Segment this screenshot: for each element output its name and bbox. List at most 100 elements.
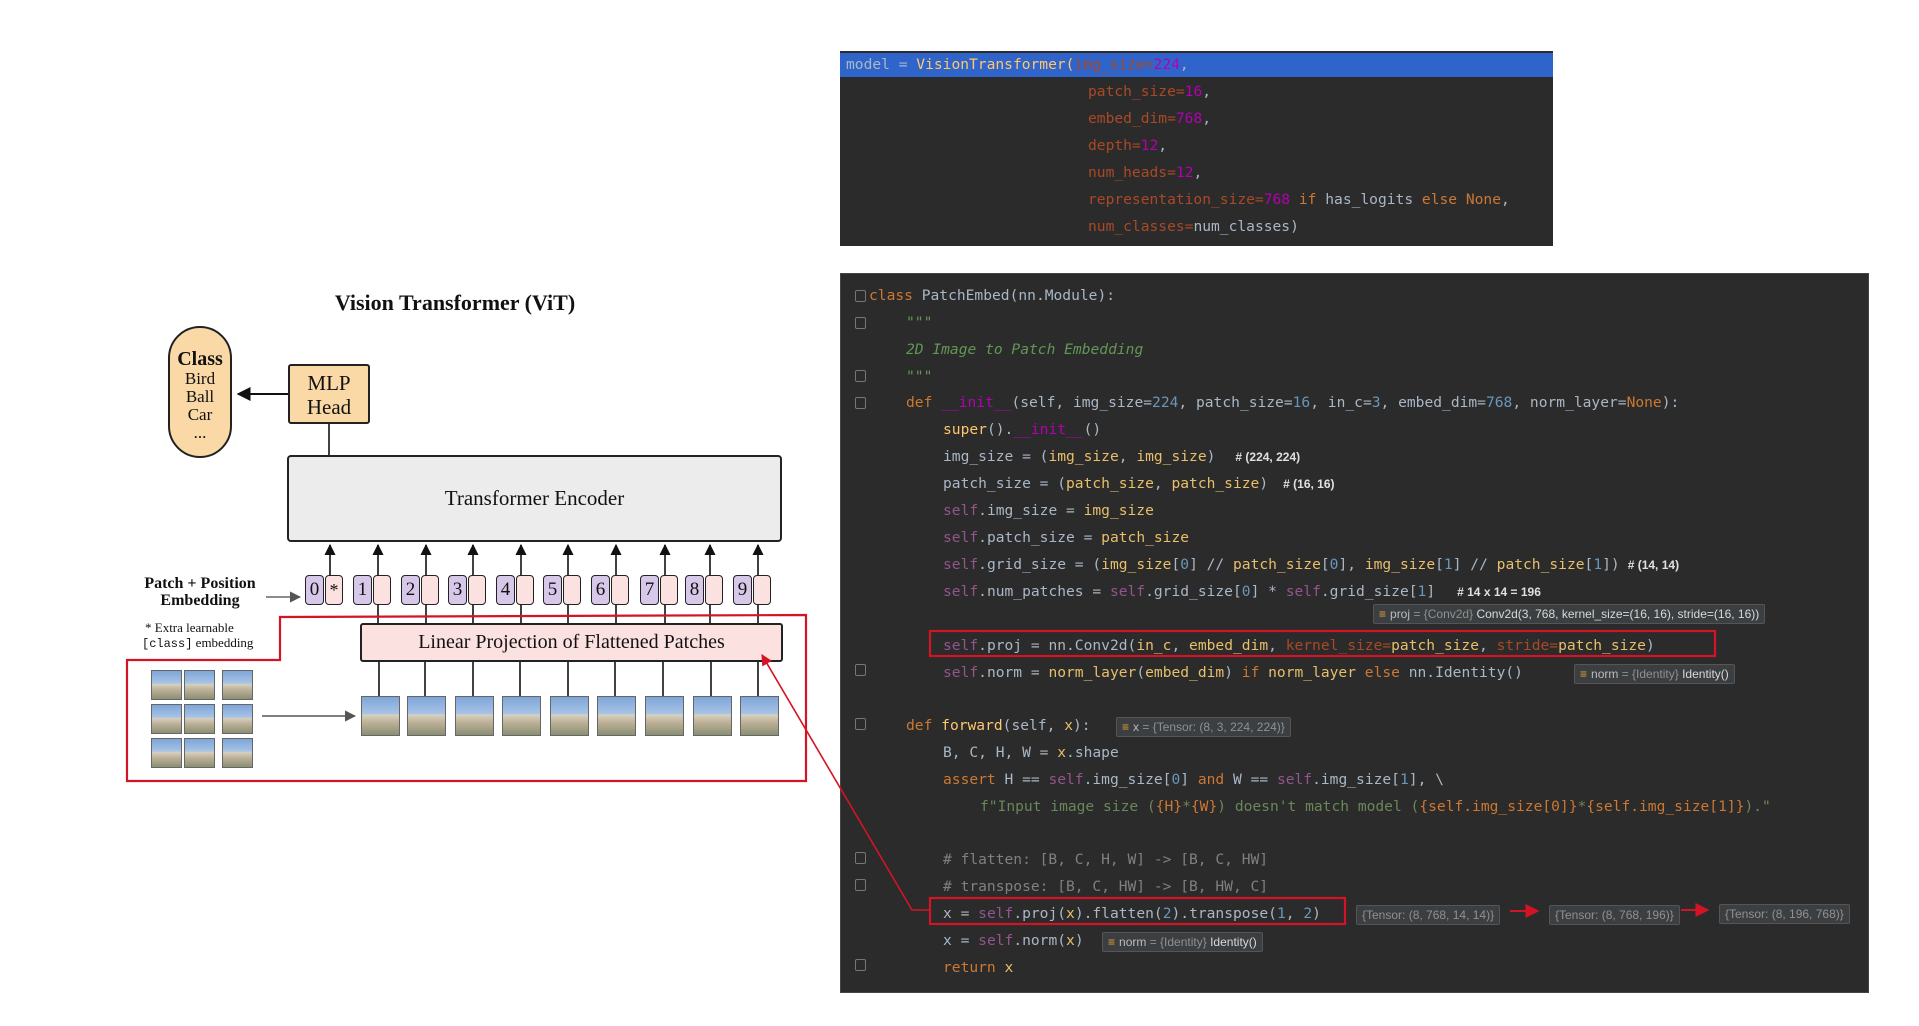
code-line-patch-size[interactable]: patch_size = (patch_size, patch_size) # (… <box>943 472 1335 496</box>
position-embedding <box>660 575 678 605</box>
fold-marker-icon[interactable] <box>855 718 866 730</box>
code-line-assert[interactable]: assert H == self.img_size[0] and W == se… <box>943 768 1444 792</box>
code-line-comment-transpose[interactable]: # transpose: [B, C, HW] -> [B, HW, C] <box>943 875 1268 899</box>
code-line-return[interactable]: return x <box>943 956 1013 980</box>
xl-line2: [class] embedding <box>142 635 282 652</box>
fold-marker-icon[interactable] <box>855 879 866 891</box>
code-line-proj-flatten[interactable]: x = self.proj(x).flatten(2).transpose(1,… <box>943 902 1321 926</box>
code-line-num-classes[interactable]: num_classes=num_classes) <box>1088 215 1299 239</box>
code-line-self-norm[interactable]: self.norm = norm_layer(embed_dim) if nor… <box>943 661 1523 685</box>
x-debug-badge[interactable]: ≡ x = {Tensor: (8, 3, 224, 224)} <box>1116 717 1291 737</box>
pe-label-line1: Patch + Position <box>144 575 256 592</box>
code-line-def-forward[interactable]: def forward(self, x): <box>906 714 1091 738</box>
code-line-docstring-open[interactable]: """ <box>906 311 932 335</box>
token-6: 6 <box>591 575 629 605</box>
flattened-patch <box>597 696 636 736</box>
code-line-comment-flatten[interactable]: # flatten: [B, C, H, W] -> [B, C, HW] <box>943 848 1268 872</box>
code-line-embed-dim[interactable]: embed_dim=768, <box>1088 107 1211 131</box>
image-patch-thumbnail <box>184 704 215 734</box>
token-2: 2 <box>401 575 439 605</box>
fold-marker-icon[interactable] <box>855 397 866 409</box>
position-embedding <box>563 575 581 605</box>
token-index: 6 <box>591 575 610 605</box>
variable-icon: ≡ <box>1580 667 1588 681</box>
image-patch-thumbnail <box>222 670 253 700</box>
code-line-model[interactable]: model = VisionTransformer(img_size=224, <box>840 53 1553 77</box>
code-line-representation-size[interactable]: representation_size=768 if has_logits el… <box>1088 188 1510 212</box>
position-embedding <box>373 575 391 605</box>
token-index: 1 <box>353 575 372 605</box>
token-8: 8 <box>685 575 723 605</box>
code-line-self-norm-x[interactable]: x = self.norm(x) <box>943 929 1084 953</box>
tensor-shape-badge-1[interactable]: {Tensor: (8, 768, 14, 14)} <box>1356 905 1501 925</box>
flattened-patch <box>693 696 732 736</box>
position-embedding <box>468 575 486 605</box>
position-embedding <box>421 575 439 605</box>
code-line-grid-size[interactable]: self.grid_size = (img_size[0] // patch_s… <box>943 553 1679 577</box>
mlp-head-line2: Head <box>306 395 352 419</box>
code-line-def-init[interactable]: def __init__(self, img_size=224, patch_s… <box>906 391 1679 415</box>
model-config-code-panel: model = VisionTransformer(img_size=224, … <box>840 51 1553 246</box>
position-embedding <box>611 575 629 605</box>
linear-projection-box: Linear Projection of Flattened Patches <box>360 623 783 662</box>
token-index: 7 <box>640 575 659 605</box>
linear-projection-label: Linear Projection of Flattened Patches <box>418 631 725 653</box>
code-line-patch-size[interactable]: patch_size=16, <box>1088 80 1211 104</box>
flattened-patch <box>502 696 541 736</box>
variable-icon: ≡ <box>1379 607 1387 621</box>
code-line-fstring[interactable]: f"Input image size ({H}*{W}) doesn't mat… <box>980 795 1771 819</box>
token-1: 1 <box>353 575 391 605</box>
token-index: 9 <box>733 575 752 605</box>
token-index: 5 <box>543 575 562 605</box>
code-line-self-patch-size[interactable]: self.patch_size = patch_size <box>943 526 1189 550</box>
patch-embed-code-panel: class PatchEmbed(nn.Module): """ 2D Imag… <box>840 273 1869 993</box>
mlp-head-box: MLP Head <box>288 364 370 424</box>
tensor-shape-badge-2[interactable]: {Tensor: (8, 768, 196)} <box>1549 905 1680 925</box>
patch-to-projection-lines <box>378 662 759 696</box>
position-embedding <box>705 575 723 605</box>
tensor-shape-badge-3[interactable]: {Tensor: (8, 196, 768)} <box>1719 904 1850 924</box>
variable-icon: ≡ <box>1122 720 1130 734</box>
class-item: ... <box>193 423 207 442</box>
norm-debug-badge-2[interactable]: ≡ norm = {Identity} Identity() <box>1102 932 1263 952</box>
proj-debug-badge[interactable]: ≡ proj = {Conv2d} Conv2d(3, 768, kernel_s… <box>1373 604 1766 624</box>
class-item: Car <box>187 405 213 424</box>
fold-marker-icon[interactable] <box>855 959 866 971</box>
position-embedding <box>516 575 534 605</box>
token-7: 7 <box>640 575 678 605</box>
code-line-num-patches[interactable]: self.num_patches = self.grid_size[0] * s… <box>943 580 1541 604</box>
fold-marker-icon[interactable] <box>855 290 866 302</box>
token-5: 5 <box>543 575 581 605</box>
position-embedding <box>753 575 771 605</box>
token-index: 4 <box>496 575 515 605</box>
xl-code: [class] <box>142 637 193 651</box>
fold-marker-icon[interactable] <box>855 370 866 382</box>
code-line-class[interactable]: class PatchEmbed(nn.Module): <box>869 284 1115 308</box>
code-line-docstring-close[interactable]: """ <box>906 365 932 389</box>
token-index: 3 <box>448 575 467 605</box>
code-line-docstring[interactable]: 2D Image to Patch Embedding <box>906 338 1143 362</box>
code-line-shape[interactable]: B, C, H, W = x.shape <box>943 741 1119 765</box>
code-line-super[interactable]: super().__init__() <box>943 418 1101 442</box>
mlp-head-line1: MLP <box>307 371 351 395</box>
image-patch-thumbnail <box>151 738 182 768</box>
code-line-depth[interactable]: depth=12, <box>1088 134 1167 158</box>
code-line-self-img-size[interactable]: self.img_size = img_size <box>943 499 1154 523</box>
transformer-encoder-label: Transformer Encoder <box>444 486 625 510</box>
code-line-self-proj[interactable]: self.proj = nn.Conv2d(in_c, embed_dim, k… <box>943 634 1655 658</box>
code-line-img-size[interactable]: img_size = (img_size, img_size) # (224, 2… <box>943 445 1300 469</box>
norm-debug-badge[interactable]: ≡ norm = {Identity} Identity() <box>1574 664 1735 684</box>
fold-marker-icon[interactable] <box>855 664 866 676</box>
class-output-box: Class Bird Ball Car ... <box>168 326 232 458</box>
projection-to-token-lines <box>377 605 759 623</box>
code-line-num-heads[interactable]: num_heads=12, <box>1088 161 1202 185</box>
xl-tail: embedding <box>192 635 254 650</box>
token-3: 3 <box>448 575 486 605</box>
fold-marker-icon[interactable] <box>855 852 866 864</box>
fold-marker-icon[interactable] <box>855 317 866 329</box>
image-patch-thumbnail <box>222 704 253 734</box>
class-token-mark: * <box>325 575 343 605</box>
class-item: Ball <box>185 387 215 406</box>
token-0: 0 * <box>305 575 343 605</box>
token-9: 9 <box>733 575 771 605</box>
